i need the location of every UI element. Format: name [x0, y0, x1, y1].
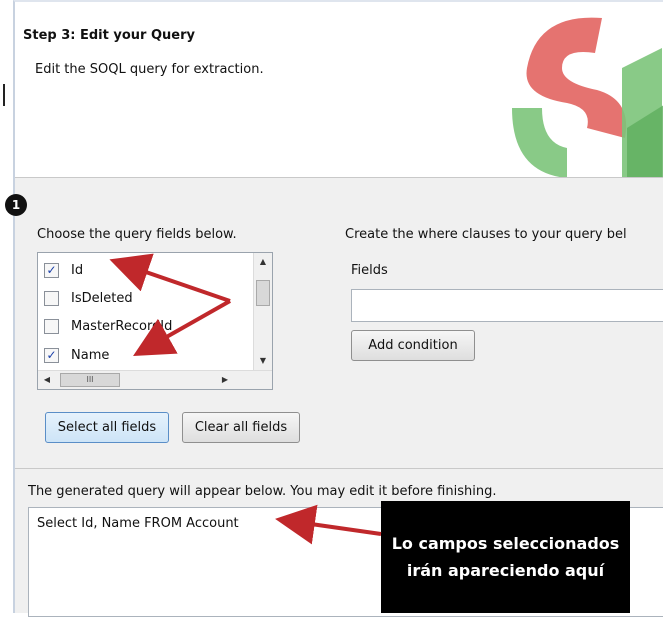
vertical-scroll-thumb[interactable]: [256, 280, 270, 306]
field-item-id[interactable]: ✓ Id: [44, 259, 83, 281]
add-condition-button[interactable]: Add condition: [351, 330, 475, 361]
scroll-right-icon[interactable]: ▶: [216, 371, 234, 389]
field-label: Id: [71, 262, 84, 278]
query-text: Select Id, Name FROM Account: [37, 516, 239, 531]
horizontal-scroll-thumb[interactable]: III: [60, 373, 120, 387]
field-checkbox-masterrecordid[interactable]: [44, 318, 59, 334]
generated-query-label: The generated query will appear below. Y…: [28, 484, 497, 499]
field-label: MasterRecordId: [71, 318, 173, 334]
select-all-fields-button[interactable]: Select all fields: [45, 412, 169, 443]
app-logo-icon: [512, 17, 663, 177]
where-fields-label: Fields: [351, 263, 388, 278]
scroll-down-icon[interactable]: ▼: [254, 352, 272, 370]
annotation-callout: Lo campos seleccionados irán apareciendo…: [381, 501, 630, 613]
fields-section-label: Choose the query fields below.: [37, 227, 237, 242]
field-item-isdeleted[interactable]: IsDeleted: [44, 287, 133, 309]
field-checkbox-isdeleted[interactable]: [44, 290, 59, 306]
where-fields-input[interactable]: [351, 289, 663, 322]
step-title: Step 3: Edit your Query: [23, 28, 195, 43]
horizontal-scrollbar[interactable]: ◀ III ▶: [38, 370, 272, 389]
fields-listbox[interactable]: ✓ Id IsDeleted MasterRecordId ✓ Name ▲ ▼…: [37, 252, 273, 390]
where-section-label: Create the where clauses to your query b…: [345, 227, 627, 242]
field-checkbox-name[interactable]: ✓: [44, 347, 59, 363]
clear-all-fields-button[interactable]: Clear all fields: [182, 412, 300, 443]
scroll-up-icon[interactable]: ▲: [254, 253, 272, 271]
field-item-masterrecordid[interactable]: MasterRecordId: [44, 315, 172, 337]
scroll-left-icon[interactable]: ◀: [38, 371, 56, 389]
vertical-scrollbar[interactable]: ▲ ▼: [253, 253, 272, 370]
step-number-badge: 1: [5, 194, 27, 216]
field-checkbox-id[interactable]: ✓: [44, 262, 59, 278]
text-cursor: [3, 84, 5, 106]
step-subtitle: Edit the SOQL query for extraction.: [35, 62, 264, 77]
field-label: IsDeleted: [71, 290, 133, 306]
field-item-name[interactable]: ✓ Name: [44, 344, 109, 366]
field-label: Name: [71, 347, 110, 363]
section-divider: [15, 468, 663, 469]
header-panel: Step 3: Edit your Query Edit the SOQL qu…: [15, 2, 663, 178]
